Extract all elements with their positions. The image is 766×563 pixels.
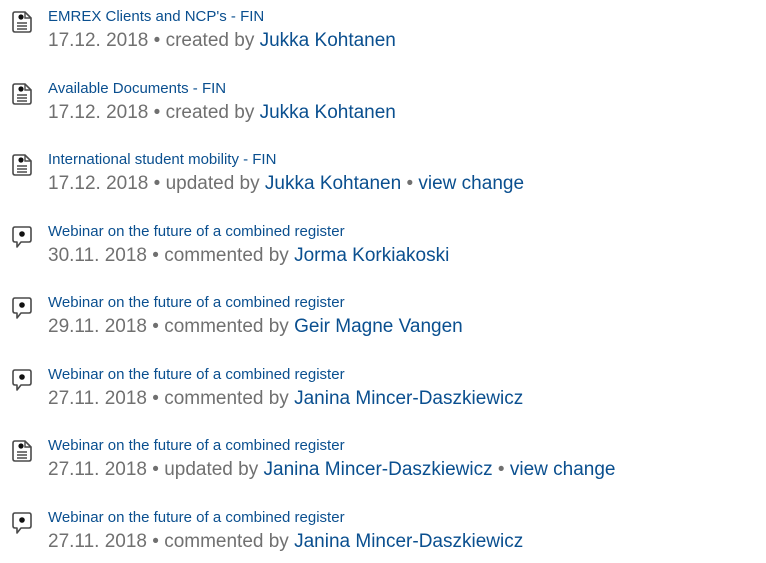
entry-date: 27.11. 2018 — [48, 388, 147, 409]
entry-meta: 27.11. 2018 • updated by Janina Mincer-D… — [48, 457, 615, 483]
page-icon — [10, 153, 34, 177]
activity-entry: EMREX Clients and NCP's - FIN 17.12. 2018… — [0, 0, 766, 62]
user-link[interactable]: Geir Magne Vangen — [294, 316, 463, 337]
separator-dot: • — [153, 30, 161, 51]
user-link[interactable]: Jorma Korkiakoski — [294, 245, 449, 266]
entry-meta: 17.12. 2018 • created by Jukka Kohtanen — [48, 28, 396, 54]
entry-title-link[interactable]: International student mobility - FIN — [48, 150, 276, 170]
separator-dot: • — [152, 316, 159, 337]
activity-entry: Webinar on the future of a combined regi… — [0, 286, 766, 348]
activity-entry: Webinar on the future of a combined regi… — [0, 429, 766, 491]
entry-action: updated by — [164, 459, 259, 480]
user-link[interactable]: Jukka Kohtanen — [265, 173, 401, 194]
entry-date: 27.11. 2018 — [48, 531, 147, 552]
entry-date: 30.11. 2018 — [48, 245, 147, 266]
activity-entry: Webinar on the future of a combined regi… — [0, 501, 766, 563]
user-link[interactable]: Janina Mincer-Daszkiewicz — [294, 388, 523, 409]
separator-dot: • — [406, 173, 414, 194]
activity-entry: Webinar on the future of a combined regi… — [0, 358, 766, 420]
entry-meta: 30.11. 2018 • commented by Jorma Korkiak… — [48, 243, 449, 269]
page-icon — [10, 82, 34, 106]
user-link[interactable]: Janina Mincer-Daszkiewicz — [294, 531, 523, 552]
entry-title-link[interactable]: Webinar on the future of a combined regi… — [48, 293, 345, 313]
entry-meta: 29.11. 2018 • commented by Geir Magne Va… — [48, 314, 463, 340]
entry-meta: 27.11. 2018 • commented by Janina Mincer… — [48, 386, 523, 412]
entry-title-link[interactable]: Webinar on the future of a combined regi… — [48, 508, 345, 528]
entry-action: created by — [165, 30, 255, 51]
entry-date: 17.12. 2018 — [48, 30, 149, 51]
comment-icon — [10, 296, 34, 320]
view-change-link[interactable]: view change — [510, 459, 616, 480]
entry-date: 17.12. 2018 — [48, 102, 149, 123]
entry-meta: 27.11. 2018 • commented by Janina Mincer… — [48, 529, 523, 555]
entry-date: 29.11. 2018 — [48, 316, 147, 337]
entry-title-link[interactable]: Available Documents - FIN — [48, 79, 226, 99]
page-icon — [10, 439, 34, 463]
entry-title-link[interactable]: Webinar on the future of a combined regi… — [48, 365, 345, 385]
entry-action: created by — [165, 102, 255, 123]
separator-dot: • — [497, 459, 505, 480]
entry-title-link[interactable]: Webinar on the future of a combined regi… — [48, 222, 345, 242]
entry-action: updated by — [165, 173, 260, 194]
entry-action: commented by — [164, 316, 289, 337]
entry-title-link[interactable]: Webinar on the future of a combined regi… — [48, 436, 345, 456]
comment-icon — [10, 225, 34, 249]
comment-icon — [10, 368, 34, 392]
entry-date: 17.12. 2018 — [48, 173, 149, 194]
entry-action: commented by — [164, 531, 289, 552]
comment-icon — [10, 511, 34, 535]
entry-action: commented by — [164, 245, 289, 266]
user-link[interactable]: Jukka Kohtanen — [260, 102, 396, 123]
separator-dot: • — [152, 388, 159, 409]
separator-dot: • — [152, 459, 159, 480]
separator-dot: • — [152, 531, 159, 552]
entry-date: 27.11. 2018 — [48, 459, 147, 480]
user-link[interactable]: Janina Mincer-Daszkiewicz — [264, 459, 493, 480]
entry-action: commented by — [164, 388, 289, 409]
entry-title-link[interactable]: EMREX Clients and NCP's - FIN — [48, 7, 264, 27]
activity-entry: Webinar on the future of a combined regi… — [0, 215, 766, 277]
user-link[interactable]: Jukka Kohtanen — [260, 30, 396, 51]
entry-meta: 17.12. 2018 • created by Jukka Kohtanen — [48, 100, 396, 126]
entry-meta: 17.12. 2018 • updated by Jukka Kohtanen … — [48, 171, 524, 197]
separator-dot: • — [153, 173, 161, 194]
activity-entry: Available Documents - FIN 17.12. 2018 • c… — [0, 72, 766, 134]
page-icon — [10, 10, 34, 34]
view-change-link[interactable]: view change — [418, 173, 524, 194]
separator-dot: • — [152, 245, 159, 266]
separator-dot: • — [153, 102, 161, 123]
activity-entry: International student mobility - FIN 17.1… — [0, 143, 766, 205]
